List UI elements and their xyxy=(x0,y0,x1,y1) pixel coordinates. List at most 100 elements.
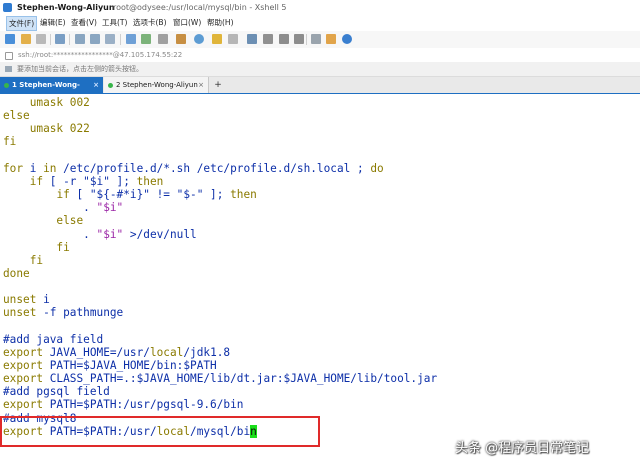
terminal-text: fi xyxy=(3,253,44,267)
terminal-text: do xyxy=(370,161,384,175)
terminal-text: >/dev/null xyxy=(123,227,197,241)
script-icon[interactable] xyxy=(294,34,304,44)
window-title-session: Stephen-Wong-Aliyun xyxy=(17,3,115,12)
tab-close-icon[interactable]: × xyxy=(198,77,204,93)
help-icon[interactable] xyxy=(342,34,352,44)
terminal-text: [ "${-#*i}" != "$-" ]; xyxy=(69,188,231,202)
terminal-text: "$i" xyxy=(96,201,124,215)
terminal-output[interactable]: umask 002 else umask 022 fi for i in /etc/p… xyxy=(0,94,640,470)
font-icon[interactable] xyxy=(228,34,238,44)
terminal-text: umask 022 xyxy=(3,122,90,136)
tab-session-2[interactable]: 2 Stephen-Wong-Aliyun × xyxy=(104,77,209,93)
terminal-text: umask 002 xyxy=(3,96,90,109)
keyboard-icon[interactable] xyxy=(311,34,321,44)
open-folder-icon[interactable] xyxy=(21,34,31,44)
globe-icon[interactable] xyxy=(194,34,204,44)
terminal-text: then xyxy=(230,188,257,202)
terminal-text: . xyxy=(3,201,97,215)
fullscreen-icon[interactable] xyxy=(247,34,257,44)
address-field[interactable]: ssh://root:*****************@47.105.174.… xyxy=(18,48,182,62)
terminal-text: for xyxy=(3,161,24,175)
toolbar-divider xyxy=(120,34,121,45)
toolbar-divider xyxy=(69,34,70,45)
menu-file[interactable]: 文件(F) xyxy=(6,16,38,31)
sftp-icon[interactable] xyxy=(141,34,151,44)
terminal-line: umask 022 xyxy=(3,122,90,135)
terminal-line: export JAVA_HOME=/usr/local/jdk1.8 xyxy=(3,346,230,359)
terminal-text: else xyxy=(3,109,30,123)
find-icon[interactable] xyxy=(105,34,115,44)
terminal-line: #add pgsql field xyxy=(3,385,110,398)
menu-bar: 文件(F) 编辑(E) 查看(V) 工具(T) 选项卡(B) 窗口(W) 帮助(… xyxy=(0,15,640,31)
terminal-line: else xyxy=(3,109,30,122)
terminal-line: if [ "${-#*i}" != "$-" ]; then xyxy=(3,188,257,202)
terminal-line: . "$i" >/dev/null xyxy=(3,228,197,241)
window-title-path: root@odysee:/usr/local/mysql/bin - Xshel… xyxy=(113,3,287,12)
menu-edit[interactable]: 编辑(E) xyxy=(40,15,66,31)
keymap-icon[interactable] xyxy=(176,34,186,44)
new-session-icon[interactable] xyxy=(5,34,15,44)
terminal-line: umask 002 xyxy=(3,96,90,109)
terminal-text: fi xyxy=(3,240,70,254)
menu-window[interactable]: 窗口(W) xyxy=(173,15,201,31)
lock-icon[interactable] xyxy=(263,34,273,44)
menu-view[interactable]: 查看(V) xyxy=(71,15,97,31)
terminal-text: fi xyxy=(3,135,17,149)
menu-help[interactable]: 帮助(H) xyxy=(207,15,234,31)
terminal-text: unset xyxy=(3,306,37,320)
highlight-icon[interactable] xyxy=(212,34,222,44)
watermark: 头条 @程序员日常笔记 xyxy=(455,441,590,456)
terminal-text: if xyxy=(56,188,70,202)
toolbar-divider xyxy=(50,34,51,45)
terminal-line: for i in /etc/profile.d/*.sh /etc/profil… xyxy=(3,162,384,175)
properties-icon[interactable] xyxy=(126,34,136,44)
connection-lock-icon xyxy=(5,52,13,60)
terminal-text: export xyxy=(3,372,44,386)
session-status-dot xyxy=(108,83,113,88)
arrow-hint-icon[interactable] xyxy=(5,66,12,72)
toolbar xyxy=(0,31,640,49)
terminal-text: #add java field xyxy=(3,332,104,346)
terminal-line: export CLASS_PATH=.:$JAVA_HOME/lib/dt.ja… xyxy=(3,372,437,385)
terminal-text: CLASS_PATH=.:$JAVA_HOME/lib/dt.jar:$JAVA… xyxy=(43,372,438,386)
tab-close-icon[interactable]: × xyxy=(93,77,99,93)
terminal-text: PATH=$PATH:/usr/pgsql-9.6/bin xyxy=(43,398,244,412)
highlight-annotation-box xyxy=(0,416,320,447)
disconnect-icon[interactable] xyxy=(36,34,46,44)
terminal-line: else xyxy=(3,214,83,227)
menu-tabs[interactable]: 选项卡(B) xyxy=(133,15,167,31)
terminal-line: if [ -r "$i" ]; then xyxy=(3,174,164,188)
hint-text: 要添加当前会话，点击左侧的箭头按钮。 xyxy=(17,65,143,73)
reconnect-icon[interactable] xyxy=(55,34,65,44)
copy-icon[interactable] xyxy=(75,34,85,44)
terminal-text: i xyxy=(23,161,44,175)
tab-session-1[interactable]: 1 Stephen-Wong-Aliyun × xyxy=(0,77,103,105)
terminal-text: if xyxy=(29,174,44,188)
terminal-line: unset i xyxy=(3,293,50,306)
tab-label: 2 Stephen-Wong-Aliyun xyxy=(116,81,198,89)
add-tab-button[interactable]: + xyxy=(212,77,224,93)
terminal-text: . xyxy=(3,227,97,241)
paste-icon[interactable] xyxy=(90,34,100,44)
terminal-text: in xyxy=(43,161,57,175)
terminal-text: /jdk1.8 xyxy=(183,345,231,359)
terminal-text: else xyxy=(3,214,84,228)
terminal-text: done xyxy=(3,266,30,280)
compose-icon[interactable] xyxy=(158,34,168,44)
toolbar-divider xyxy=(306,34,307,45)
terminal-text: export xyxy=(3,345,44,359)
terminal-text: unset xyxy=(3,293,37,307)
terminal-text: export xyxy=(3,359,44,372)
terminal-line: unset -f pathmunge xyxy=(3,306,123,319)
terminal-text: /etc/profile.d/*.sh /etc/profile.d/sh.lo… xyxy=(56,161,371,175)
terminal-text: export xyxy=(3,398,44,412)
terminal-text: [ -r "$i" ]; xyxy=(43,174,137,188)
terminal-line: export PATH=$JAVA_HOME/bin:$PATH xyxy=(3,359,217,372)
xshell-app-icon xyxy=(3,3,12,12)
terminal-text: local xyxy=(149,345,184,359)
transparency-icon[interactable] xyxy=(279,34,289,44)
menu-tools[interactable]: 工具(T) xyxy=(102,15,127,31)
message-icon[interactable] xyxy=(326,34,336,44)
terminal-text: i xyxy=(36,293,50,307)
